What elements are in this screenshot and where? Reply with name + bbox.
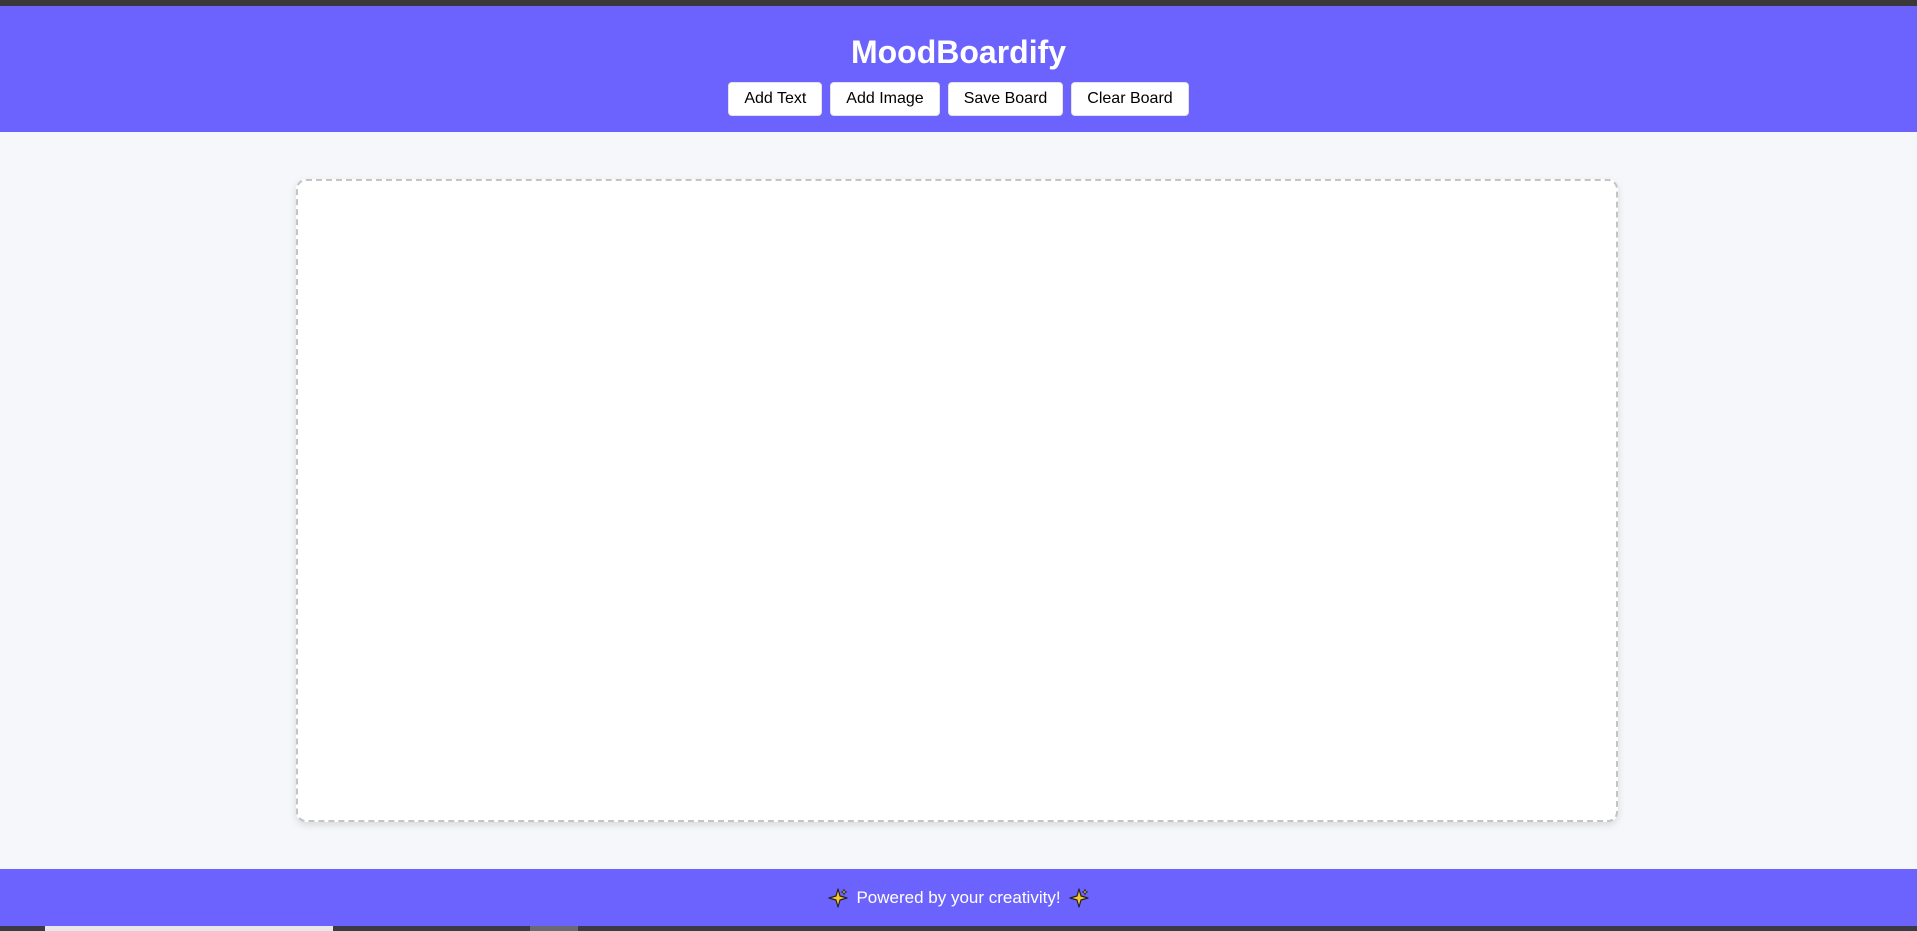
sparkle-icon [828,887,849,908]
app-footer: Powered by your creativity! [0,869,1917,926]
sparkle-icon [1068,887,1089,908]
app-header: MoodBoardify Add Text Add Image Save Boa… [0,6,1917,132]
mood-board-canvas[interactable] [296,179,1618,822]
window-bottom-strip [0,926,1917,931]
main-area [0,132,1917,869]
taskbar-tab[interactable] [45,926,333,931]
clear-board-button[interactable]: Clear Board [1071,82,1189,116]
app-title: MoodBoardify [850,34,1067,70]
footer-text: Powered by your creativity! [856,887,1061,907]
save-board-button[interactable]: Save Board [947,82,1064,116]
add-image-button[interactable]: Add Image [830,82,940,116]
taskbar-tab[interactable] [530,926,578,931]
toolbar: Add Text Add Image Save Board Clear Boar… [0,82,1917,116]
add-text-button[interactable]: Add Text [728,82,823,116]
